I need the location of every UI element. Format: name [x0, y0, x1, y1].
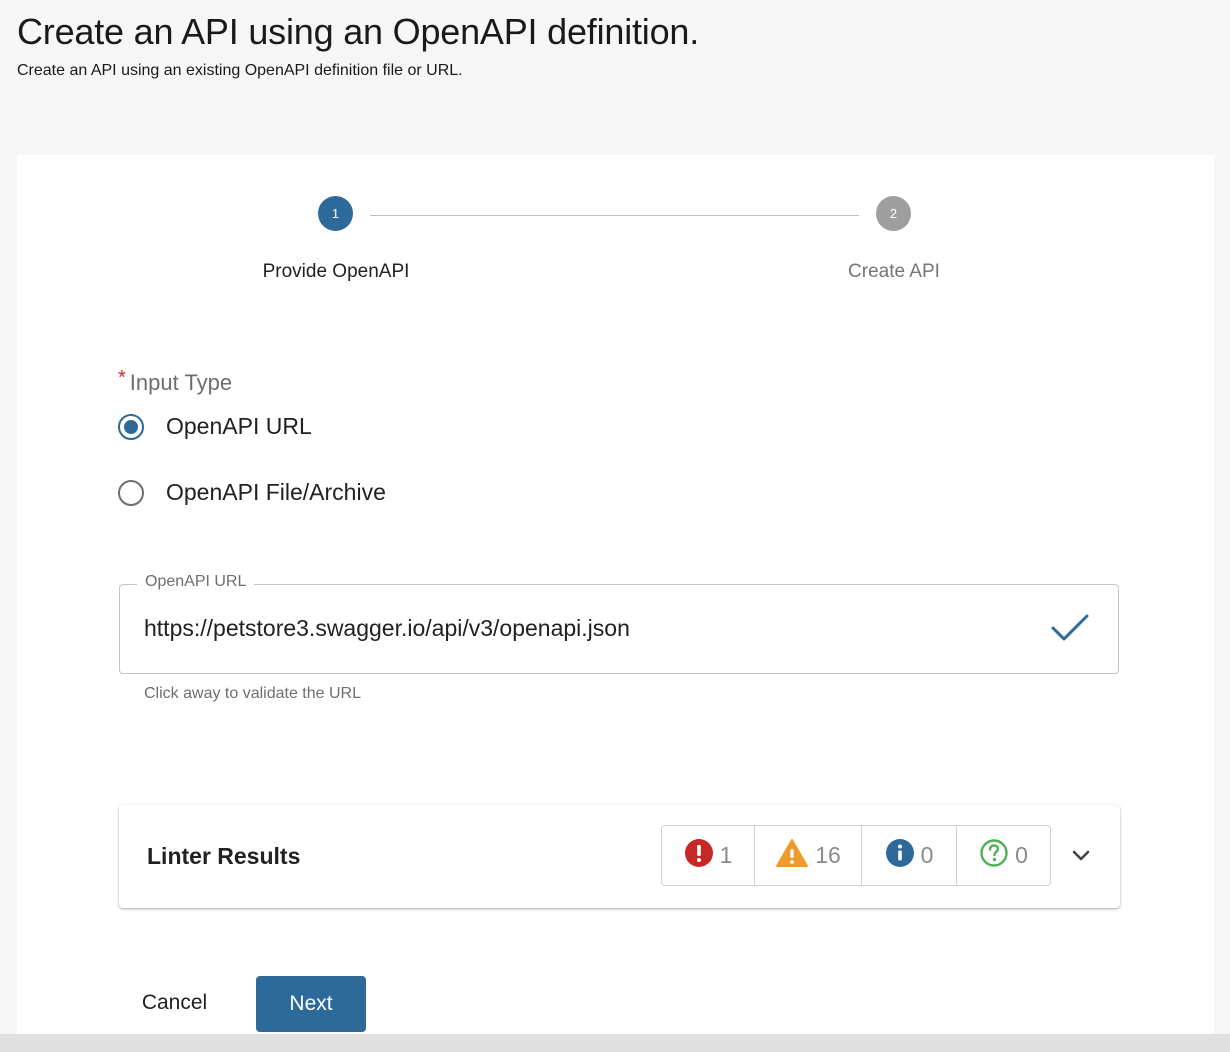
check-icon: [1050, 612, 1090, 649]
linter-info-count-button[interactable]: 0: [862, 826, 957, 885]
step-1-indicator: 1: [318, 196, 353, 231]
step-2-label: Create API: [848, 261, 940, 282]
info-icon: [885, 838, 915, 874]
step-connector: [370, 215, 859, 216]
radio-openapi-url[interactable]: OpenAPI URL: [118, 413, 312, 440]
linter-error-count: 1: [719, 842, 733, 868]
warning-icon: [775, 838, 809, 874]
linter-results-title: Linter Results: [147, 843, 301, 869]
radio-openapi-url-label: OpenAPI URL: [166, 413, 312, 439]
help-icon: [979, 838, 1009, 874]
linter-counts-group: 1 16 0 0: [661, 825, 1051, 886]
page-header: Create an API using an OpenAPI definitio…: [17, 10, 699, 80]
wizard-card: 1 2 Provide OpenAPI Create API * Input Ty…: [17, 155, 1214, 1035]
openapi-url-field[interactable]: OpenAPI URL: [119, 573, 1119, 674]
linter-info-count: 0: [920, 842, 934, 868]
linter-hint-count-button[interactable]: 0: [957, 826, 1050, 885]
radio-openapi-file-label: OpenAPI File/Archive: [166, 479, 386, 505]
chevron-down-icon[interactable]: [1070, 845, 1092, 872]
openapi-url-field-label: OpenAPI URL: [137, 573, 255, 591]
radio-dot: [124, 419, 138, 434]
linter-error-count-button[interactable]: 1: [662, 826, 755, 885]
page-subtitle: Create an API using an existing OpenAPI …: [17, 62, 463, 79]
page-title: Create an API using an OpenAPI definitio…: [17, 11, 700, 52]
step-1-label: Provide OpenAPI: [262, 261, 410, 282]
step-2-indicator: 2: [876, 196, 911, 231]
openapi-url-input[interactable]: [144, 615, 1024, 642]
linter-results-panel[interactable]: Linter Results 1 16 0 0: [119, 805, 1120, 908]
linter-hint-count: 0: [1015, 842, 1028, 868]
cancel-button[interactable]: Cancel: [127, 977, 222, 1029]
linter-warning-count-button[interactable]: 16: [755, 826, 862, 885]
input-type-label-text: Input Type: [129, 370, 233, 395]
error-icon: [684, 838, 714, 874]
url-helper-text: Click away to validate the URL: [144, 685, 361, 702]
input-type-label: * Input Type: [118, 367, 233, 396]
required-marker: *: [118, 367, 126, 389]
next-button[interactable]: Next: [256, 976, 366, 1032]
linter-warning-count: 16: [815, 842, 841, 868]
radio-checked-icon[interactable]: [118, 413, 144, 440]
radio-unchecked-icon[interactable]: [118, 479, 144, 506]
radio-openapi-file[interactable]: OpenAPI File/Archive: [118, 479, 386, 506]
bottom-strip: [0, 1034, 1230, 1052]
